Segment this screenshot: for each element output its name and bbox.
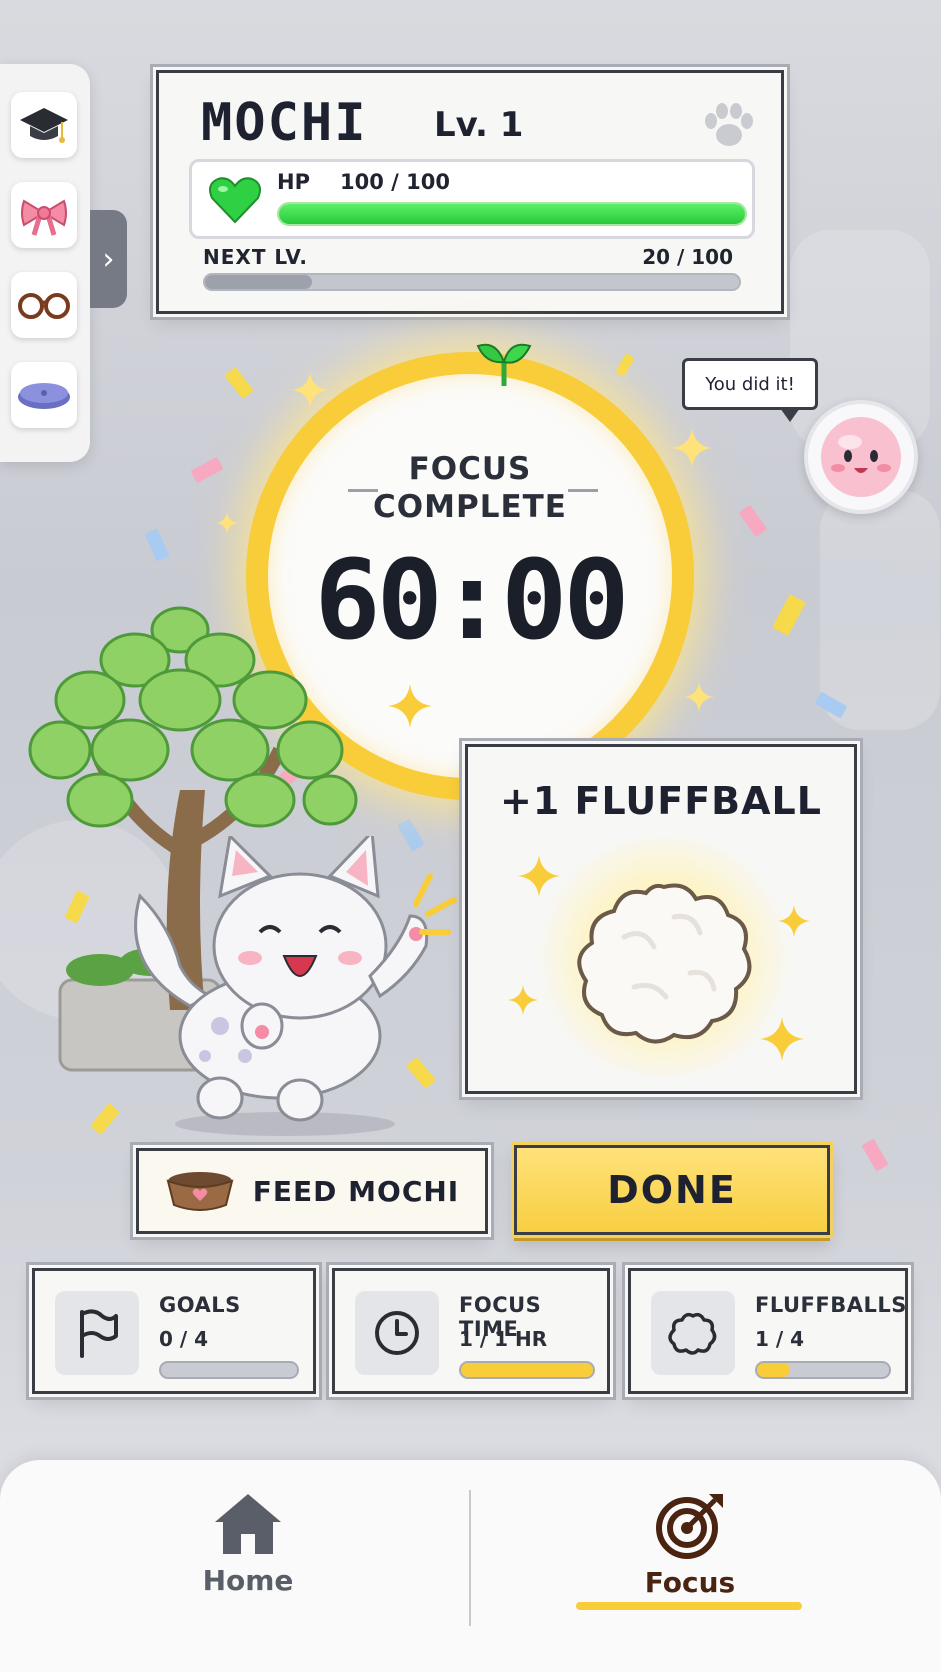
fluffball-icon: [577, 883, 752, 1044]
sparkle-icon: [216, 512, 238, 534]
buddy-face-icon: [821, 417, 901, 497]
done-button[interactable]: DONE: [514, 1145, 830, 1235]
confetti-piece: [738, 504, 768, 538]
sparkle-icon: [760, 1017, 804, 1061]
target-icon: [656, 1494, 723, 1559]
stat-progress-bar: [755, 1361, 891, 1379]
sparkle-icon: [292, 372, 328, 408]
dock-item-glasses[interactable]: [11, 272, 77, 338]
hp-bar: [277, 202, 747, 226]
confetti-piece: [224, 366, 254, 400]
cloud-icon: [668, 1312, 717, 1355]
stat-value: 0 / 4: [159, 1327, 209, 1351]
next-level-label: NEXT LV.: [203, 245, 308, 269]
accessory-dock: [0, 64, 90, 462]
pet-level: Lv. 1: [434, 105, 524, 145]
pet-name: MOCHI: [201, 93, 368, 153]
stat-progress-fill: [461, 1363, 593, 1377]
stat-icon-box: [55, 1291, 139, 1375]
heart-icon: [209, 177, 261, 224]
pet-status-card: MOCHI Lv. 1 HP 100 / 100 NEXT LV. 20 / 1…: [156, 70, 784, 314]
sparkle-icon: [388, 684, 432, 728]
stat-card-focus-time: FOCUS TIME 1 / 1 HR: [332, 1268, 610, 1394]
hp-value: 100 / 100: [340, 170, 450, 194]
pet-bowl-icon: [166, 1172, 234, 1211]
clock-icon: [375, 1311, 419, 1355]
sprout-icon: [476, 343, 532, 386]
stat-card-fluffballs: FLUFFBALLS 1 / 4: [628, 1268, 908, 1394]
background-shape: [820, 490, 940, 730]
confetti-piece: [190, 456, 224, 484]
stat-label: FLUFFBALLS: [755, 1293, 907, 1317]
nav-active-indicator: [576, 1602, 802, 1610]
paw-icon: [705, 103, 753, 146]
feed-mochi-button[interactable]: FEED MOCHI: [136, 1148, 488, 1234]
stat-value: 1 / 4: [755, 1327, 805, 1351]
sparkle-icon: [778, 905, 810, 937]
dock-item-bow[interactable]: [11, 182, 77, 248]
dock-toggle-button[interactable]: ›: [90, 210, 127, 308]
dock-item-cushion[interactable]: [11, 362, 77, 428]
graduation-cap-icon: [20, 108, 68, 143]
hp-label: HP: [277, 170, 310, 194]
next-level-value: 20 / 100: [642, 245, 733, 269]
dock-item-graduation-cap[interactable]: [11, 92, 77, 158]
confetti-piece: [144, 528, 170, 562]
focus-complete-title: FOCUS COMPLETE: [373, 451, 567, 525]
bottom-navigation: Home Focus: [0, 1460, 941, 1672]
bow-icon: [21, 199, 67, 236]
buddy-avatar[interactable]: [804, 400, 918, 514]
chevron-right-icon: ›: [102, 241, 115, 277]
nav-focus-label: Focus: [644, 1566, 736, 1599]
xp-bar-fill: [205, 275, 312, 289]
speech-bubble: You did it!: [682, 358, 818, 410]
speech-bubble-tail: [780, 408, 800, 422]
nav-focus[interactable]: Focus: [540, 1490, 840, 1640]
excitement-lines-icon: [413, 873, 457, 935]
glasses-icon: [18, 293, 70, 319]
sparkle-icon: [518, 855, 560, 897]
sparkle-icon: [684, 682, 714, 712]
sparkle-icon: [508, 985, 538, 1015]
nav-divider: [469, 1490, 471, 1626]
reward-title: +1 FLUFFBALL: [500, 779, 822, 823]
stat-value: 1 / 1 HR: [459, 1327, 548, 1351]
stat-card-goals: GOALS 0 / 4: [32, 1268, 316, 1394]
cushion-icon: [18, 383, 70, 409]
stat-label: GOALS: [159, 1293, 241, 1317]
hp-panel: HP 100 / 100: [189, 159, 755, 239]
stat-icon-box: [651, 1291, 735, 1375]
stat-progress-bar: [459, 1361, 595, 1379]
confetti-piece: [861, 1138, 889, 1172]
stat-progress-bar: [159, 1361, 299, 1379]
flag-icon: [80, 1309, 118, 1358]
stat-progress-fill: [757, 1363, 790, 1377]
hp-bar-fill: [279, 204, 745, 224]
sparkle-icon: [672, 428, 712, 468]
xp-bar: [203, 273, 741, 291]
feed-mochi-label: FEED MOCHI: [252, 1174, 460, 1208]
confetti-piece: [615, 352, 635, 378]
nav-home[interactable]: Home: [98, 1490, 398, 1640]
stat-icon-box: [355, 1291, 439, 1375]
reward-card: +1 FLUFFBALL: [465, 744, 857, 1094]
home-icon: [215, 1494, 281, 1554]
confetti-piece: [772, 593, 806, 637]
nav-home-label: Home: [202, 1564, 294, 1597]
